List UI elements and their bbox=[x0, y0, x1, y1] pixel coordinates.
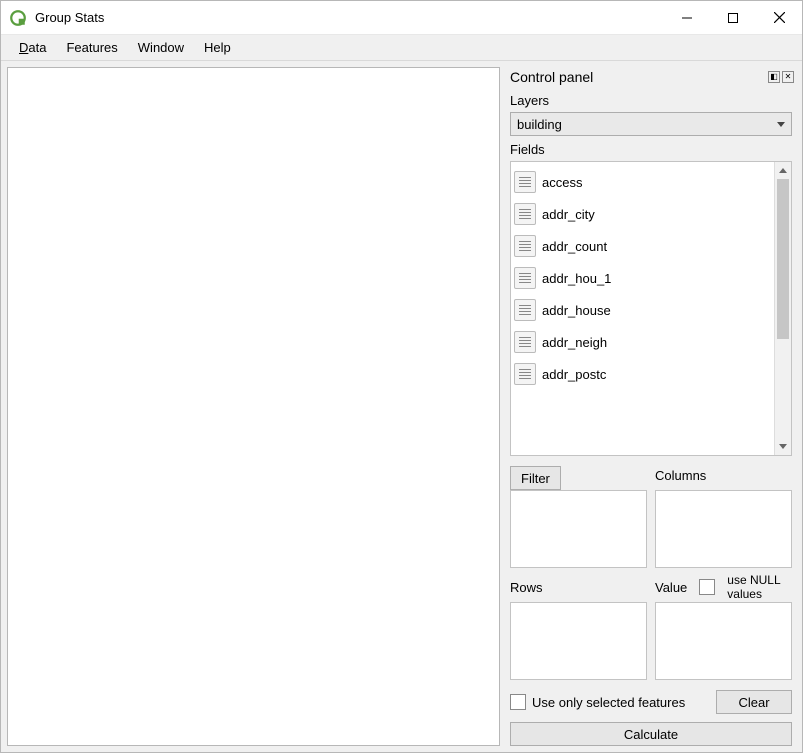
panel-close-button[interactable]: ✕ bbox=[782, 71, 794, 83]
qgis-icon bbox=[9, 9, 27, 27]
field-icon bbox=[514, 267, 536, 289]
columns-label: Columns bbox=[655, 466, 792, 484]
field-label: addr_postc bbox=[542, 367, 606, 382]
control-panel: Control panel ◧ ✕ Layers building Fields… bbox=[506, 67, 796, 746]
clear-button[interactable]: Clear bbox=[716, 690, 792, 714]
minimize-button[interactable] bbox=[664, 1, 710, 34]
menu-features[interactable]: Features bbox=[56, 37, 127, 58]
panel-header: Control panel ◧ ✕ bbox=[506, 67, 796, 87]
field-icon bbox=[514, 299, 536, 321]
use-selected-checkbox[interactable] bbox=[510, 694, 526, 710]
field-item[interactable]: addr_neigh bbox=[511, 326, 774, 358]
title-bar: Group Stats bbox=[1, 1, 802, 35]
menu-bar: Data Features Window Help bbox=[1, 35, 802, 61]
use-selected-label: Use only selected features bbox=[532, 695, 685, 710]
rows-dropbox[interactable] bbox=[510, 602, 647, 680]
field-item[interactable]: addr_city bbox=[511, 198, 774, 230]
rows-cell: Rows bbox=[510, 578, 647, 680]
field-label: addr_neigh bbox=[542, 335, 607, 350]
app-window: Group Stats Data Features Window Help Co… bbox=[0, 0, 803, 753]
field-label: addr_count bbox=[542, 239, 607, 254]
fields-list-container: access addr_city addr_count addr_hou_1 addr_… bbox=[510, 161, 792, 456]
filter-dropbox[interactable] bbox=[510, 490, 647, 568]
window-controls bbox=[664, 1, 802, 34]
layers-combo-value: building bbox=[517, 117, 562, 132]
field-label: access bbox=[542, 175, 582, 190]
field-label: addr_house bbox=[542, 303, 611, 318]
field-icon bbox=[514, 203, 536, 225]
layers-label: Layers bbox=[510, 93, 792, 108]
filter-columns-row: Filter Columns bbox=[510, 466, 792, 568]
results-area bbox=[7, 67, 500, 746]
field-label: addr_city bbox=[542, 207, 595, 222]
use-null-checkbox[interactable] bbox=[699, 579, 715, 595]
field-item[interactable]: addr_postc bbox=[511, 358, 774, 390]
value-label: Value bbox=[655, 580, 687, 595]
calculate-button[interactable]: Calculate bbox=[510, 722, 792, 746]
field-item[interactable]: access bbox=[511, 166, 774, 198]
field-icon bbox=[514, 363, 536, 385]
scroll-down-button[interactable] bbox=[775, 438, 791, 455]
dock-button[interactable]: ◧ bbox=[768, 71, 780, 83]
use-null-label: use NULL values bbox=[727, 573, 792, 601]
field-item[interactable]: addr_house bbox=[511, 294, 774, 326]
fields-list[interactable]: access addr_city addr_count addr_hou_1 addr_… bbox=[511, 162, 774, 455]
field-label: addr_hou_1 bbox=[542, 271, 611, 286]
panel-title: Control panel bbox=[510, 69, 593, 85]
maximize-button[interactable] bbox=[710, 1, 756, 34]
menu-help[interactable]: Help bbox=[194, 37, 241, 58]
columns-cell: Columns bbox=[655, 466, 792, 568]
columns-dropbox[interactable] bbox=[655, 490, 792, 568]
rows-label: Rows bbox=[510, 578, 647, 596]
field-item[interactable]: addr_count bbox=[511, 230, 774, 262]
close-button[interactable] bbox=[756, 1, 802, 34]
window-title: Group Stats bbox=[35, 10, 664, 25]
chevron-down-icon bbox=[777, 122, 785, 127]
layers-combo[interactable]: building bbox=[510, 112, 792, 136]
field-icon bbox=[514, 171, 536, 193]
bottom-controls: Use only selected features Clear bbox=[510, 690, 792, 714]
field-icon bbox=[514, 235, 536, 257]
value-dropbox[interactable] bbox=[655, 602, 792, 680]
menu-data[interactable]: Data bbox=[9, 37, 56, 58]
fields-label: Fields bbox=[510, 142, 792, 157]
value-cell: Value use NULL values bbox=[655, 578, 792, 680]
menu-window[interactable]: Window bbox=[128, 37, 194, 58]
rows-value-row: Rows Value use NULL values bbox=[510, 578, 792, 680]
fields-scrollbar[interactable] bbox=[774, 162, 791, 455]
filter-button[interactable]: Filter bbox=[510, 466, 561, 490]
field-item[interactable]: addr_hou_1 bbox=[511, 262, 774, 294]
field-icon bbox=[514, 331, 536, 353]
window-body: Control panel ◧ ✕ Layers building Fields… bbox=[1, 61, 802, 752]
panel-body: Layers building Fields access addr_cityad… bbox=[506, 87, 796, 746]
filter-cell: Filter bbox=[510, 466, 647, 568]
scroll-up-button[interactable] bbox=[775, 162, 791, 179]
scroll-thumb[interactable] bbox=[777, 179, 789, 339]
